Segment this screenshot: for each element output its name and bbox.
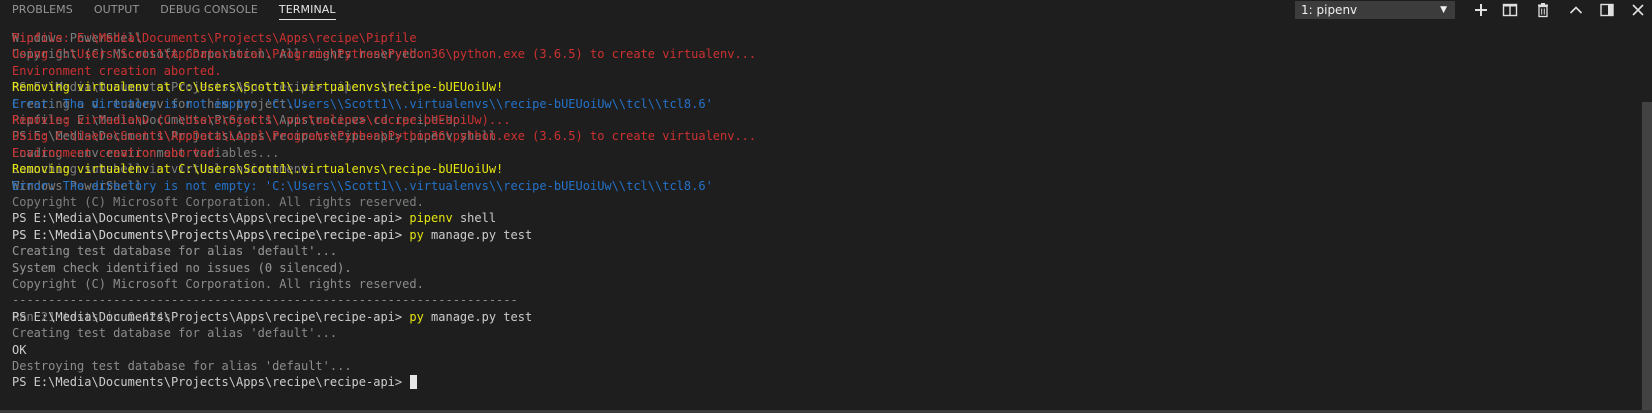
terminal-line: Destroying test database for alias 'defa… [12,359,352,373]
command-args: manage.py test [423,227,533,242]
trash-icon[interactable] [1535,2,1551,18]
terminal-separator-line: ----------------------------------------… [12,293,518,308]
terminal-error-line: Environment creation aborted. [12,63,222,78]
terminal-line: Copyright (C) Microsoft Corporation. All… [12,277,424,291]
terminal-error-line: Using C:\Users\Scott1\AppData\Local\Prog… [12,47,757,62]
close-icon[interactable] [1630,2,1646,18]
tab-output[interactable]: OUTPUT [94,0,139,19]
prompt-text: PS E:\Media\Documents\Projects\Apps\reci… [12,227,410,242]
terminal-command-line: PS E:\Media\Documents\Projects\Apps\reci… [12,210,496,226]
terminal-warning-line: Removing virtualenv at C:\Users\Scott1\.… [12,162,504,177]
terminal-line: System check identified no issues (0 sil… [12,260,352,275]
terminal-info-line: Error: The directory is not empty: 'C:\U… [12,178,713,193]
chevron-up-icon[interactable] [1568,2,1584,18]
command-text: py [409,309,424,324]
terminal-error-line: Using C:\Users\Scott1\AppData\Local\Prog… [12,129,757,144]
command-args: shell [452,211,497,226]
terminal-shell-select-value: 1: pipenv [1301,3,1358,17]
command-args: manage.py test [423,309,533,324]
terminal-shell-select[interactable]: 1: pipenv ▼ [1295,1,1455,19]
terminal-error-line: Environment creation aborted. [12,145,222,160]
terminal-panel: PROBLEMS OUTPUT DEBUG CONSOLE TERMINAL 1… [0,0,1652,413]
prompt-text: PS E:\Media\Documents\Projects\Apps\reci… [12,375,410,390]
text-cursor [410,375,418,390]
command-text: py [409,227,424,242]
tab-debug-console[interactable]: DEBUG CONSOLE [160,0,258,19]
prompt-text: PS E:\Media\Documents\Projects\Apps\reci… [12,309,410,324]
chevron-down-icon: ▼ [1440,5,1447,15]
plus-icon[interactable] [1473,2,1489,18]
terminal-prompt-line[interactable]: PS E:\Media\Documents\Projects\Apps\reci… [12,374,418,390]
terminal-info-line: Error: The directory is not empty: 'C:\U… [12,96,713,111]
terminal-error-line: Pipfile: E:\Media\Documents\Projects\App… [12,31,417,45]
maximize-icon[interactable] [1599,2,1615,18]
terminal-line: OK [12,342,27,357]
terminal-warning-line: Removing virtualenv at C:\Users\Scott1\.… [12,80,504,95]
terminal-scrollbar[interactable] [1642,102,1652,413]
terminal-line: Creating test database for alias 'defaul… [12,244,338,259]
tab-terminal[interactable]: TERMINAL [278,0,336,20]
terminal-command-line: PS E:\Media\Documents\Projects\Apps\reci… [12,309,532,325]
terminal-command-line: PS E:\Media\Documents\Projects\Apps\reci… [12,227,532,243]
split-icon[interactable] [1502,2,1518,18]
terminal-output[interactable]: Windows PowerShell Copyright (C) Microso… [12,30,1612,410]
prompt-text: PS E:\Media\Documents\Projects\Apps\reci… [12,211,410,226]
terminal-line: Copyright (C) Microsoft Corporation. All… [12,195,424,209]
terminal-line: Creating test database for alias 'defaul… [12,326,338,341]
terminal-error-line: Removing virtualenv (C:\Users\Scott1\.vi… [12,113,511,127]
tab-problems[interactable]: PROBLEMS [12,0,73,19]
command-text: pipenv [409,211,453,226]
